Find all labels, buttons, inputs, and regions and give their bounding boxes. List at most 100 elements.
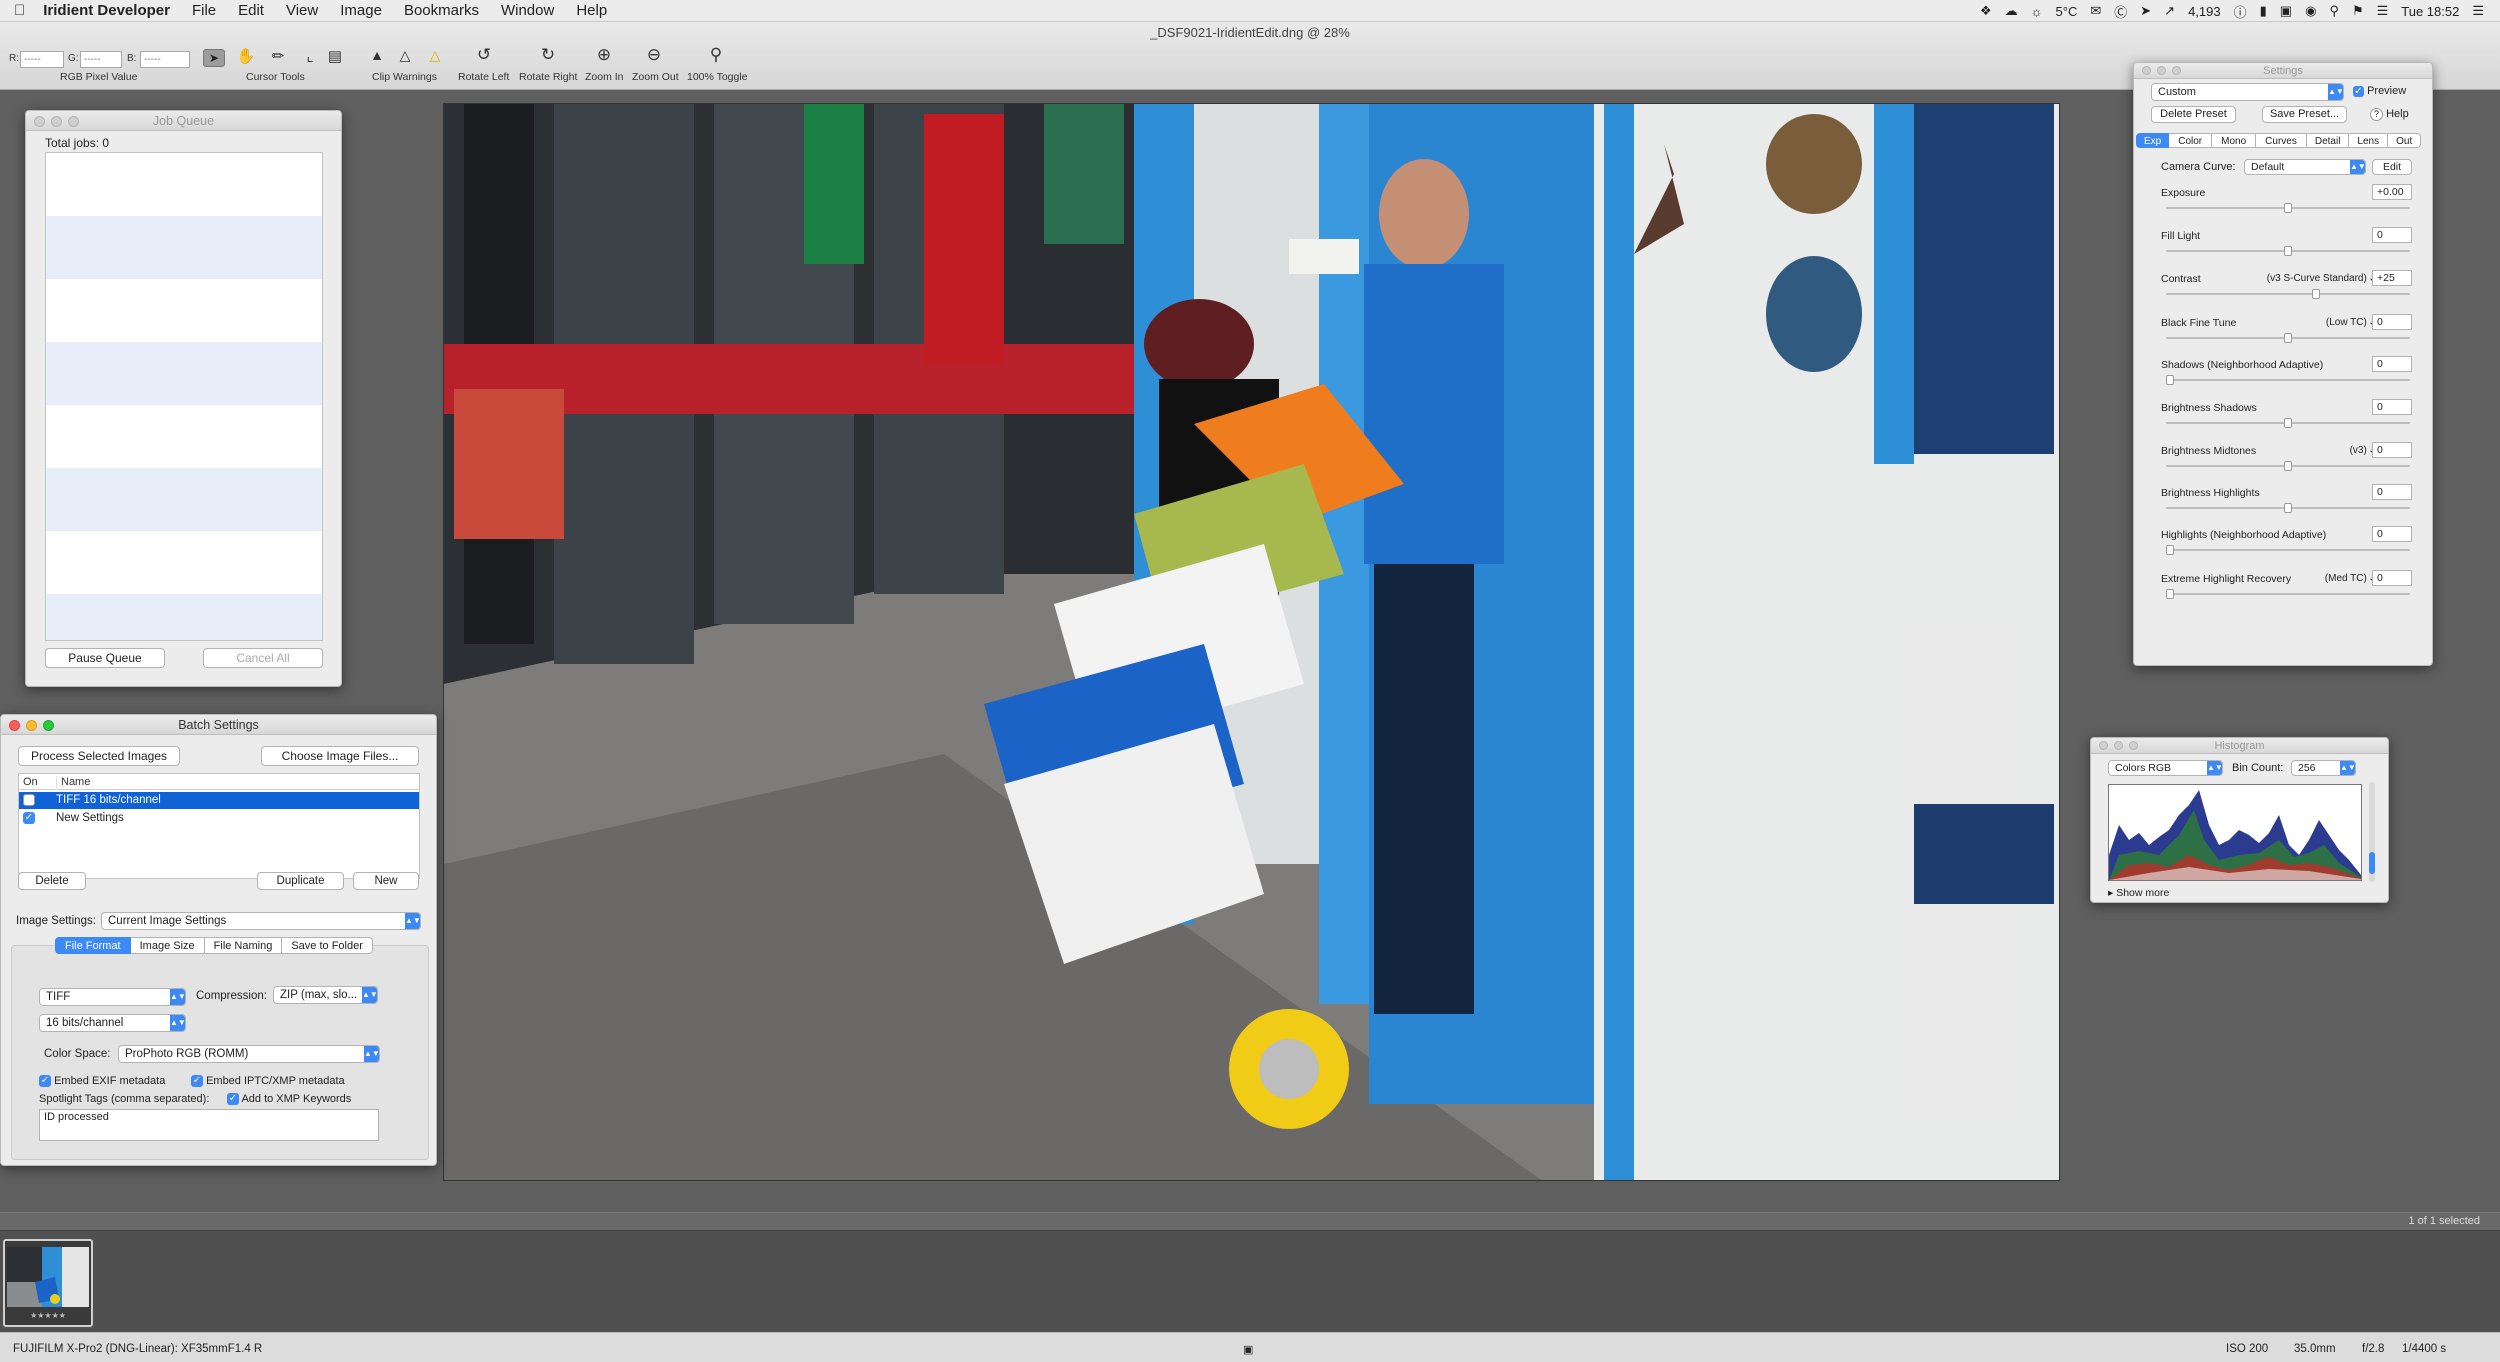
minimize-button[interactable]: [2114, 741, 2123, 750]
embed-iptc-option[interactable]: ✓ Embed IPTC/XMP metadata: [191, 1075, 345, 1088]
cloud-icon[interactable]: ☁: [2005, 3, 2018, 19]
tab-color[interactable]: Color: [2169, 133, 2213, 148]
slider-value-field[interactable]: 0: [2372, 570, 2412, 586]
search-icon[interactable]: ⚲: [2329, 3, 2339, 19]
zoom-button[interactable]: [2129, 741, 2138, 750]
clip-shadows-icon[interactable]: ▲: [362, 47, 392, 63]
list-icon[interactable]: ☰: [2377, 3, 2389, 19]
slider-track[interactable]: [2166, 589, 2410, 599]
process-selected-button[interactable]: Process Selected Images: [18, 746, 180, 766]
tab-mono[interactable]: Mono: [2212, 133, 2257, 148]
slider-value-field[interactable]: 0: [2372, 442, 2412, 458]
filmstrip[interactable]: ★★★★★: [0, 1230, 2500, 1332]
info-toggle-icon[interactable]: ▣: [1243, 1343, 1253, 1356]
wifi-icon[interactable]: ◉: [2305, 3, 2316, 19]
pointer-tool-icon[interactable]: ➤: [203, 49, 225, 67]
slider-value-field[interactable]: +25: [2372, 270, 2412, 286]
tab-curves[interactable]: Curves: [2256, 133, 2307, 148]
menu-view[interactable]: View: [286, 2, 318, 19]
slider-track[interactable]: [2166, 503, 2410, 513]
eyedropper-tool-icon[interactable]: ✏: [263, 47, 293, 65]
slider-value-field[interactable]: 0: [2372, 314, 2412, 330]
zoom-in-caption[interactable]: Zoom In: [585, 71, 624, 83]
minimize-button[interactable]: [2157, 66, 2166, 75]
image-settings-select[interactable]: Current Image Settings ▲▼: [101, 912, 421, 930]
tab-detail[interactable]: Detail: [2306, 133, 2350, 148]
hand-tool-icon[interactable]: ✋: [231, 47, 261, 65]
slider-value-field[interactable]: +0.00: [2372, 184, 2412, 200]
menu-image[interactable]: Image: [340, 2, 382, 19]
battery-icon[interactable]: ▮: [2260, 3, 2267, 19]
apple-icon[interactable]: : [14, 2, 25, 19]
tab-file-naming[interactable]: File Naming: [204, 937, 283, 954]
table-row[interactable]: TIFF 16 bits/channel: [19, 792, 419, 809]
slider-track[interactable]: [2166, 203, 2410, 213]
row-enabled-checkbox[interactable]: [23, 794, 35, 806]
flag-icon[interactable]: ⚑: [2352, 3, 2364, 19]
info-icon[interactable]: ⓘ: [2234, 2, 2247, 21]
pause-queue-button[interactable]: Pause Queue: [45, 648, 165, 668]
col-name-header[interactable]: Name: [56, 776, 90, 788]
edit-curve-button[interactable]: Edit: [2372, 159, 2412, 175]
skype-icon[interactable]: Ⓒ: [2114, 2, 2127, 21]
help-option[interactable]: ? Help: [2370, 108, 2409, 121]
histogram-scrollbar[interactable]: [2369, 782, 2375, 882]
zoom-button[interactable]: [43, 720, 54, 731]
file-format-select[interactable]: TIFF ▲▼: [39, 988, 186, 1006]
cancel-all-button[interactable]: Cancel All: [203, 648, 323, 668]
arrow-icon[interactable]: ➤: [2140, 3, 2151, 19]
slider-track[interactable]: [2166, 375, 2410, 385]
activity-counter[interactable]: 4,193: [2188, 4, 2221, 19]
slider-knob[interactable]: [2284, 203, 2292, 213]
slider-track[interactable]: [2166, 289, 2410, 299]
camera-curve-select[interactable]: Default ▲▼: [2244, 159, 2366, 175]
zoom-button[interactable]: [68, 116, 79, 127]
col-on-header[interactable]: On: [23, 776, 38, 788]
weather-icon[interactable]: ☼: [2031, 4, 2043, 19]
embed-exif-checkbox[interactable]: ✓: [39, 1075, 51, 1088]
slider-value-field[interactable]: 0: [2372, 356, 2412, 372]
menu-help[interactable]: Help: [576, 2, 607, 19]
clip-warning-icon[interactable]: △: [390, 47, 420, 64]
close-button[interactable]: [2142, 66, 2151, 75]
clip-highlights-icon[interactable]: △: [420, 47, 450, 64]
duplicate-button[interactable]: Duplicate: [257, 872, 344, 890]
histogram-channel-select[interactable]: Colors RGB ▲▼: [2108, 760, 2223, 776]
table-row[interactable]: ✓ New Settings: [19, 810, 419, 827]
embed-iptc-checkbox[interactable]: ✓: [191, 1075, 203, 1088]
slider-track[interactable]: [2166, 418, 2410, 428]
menu-bookmarks[interactable]: Bookmarks: [404, 2, 479, 19]
zoom-button[interactable]: [2172, 66, 2181, 75]
zoom-in-icon[interactable]: ⊕: [589, 45, 619, 65]
disclosure-triangle-icon[interactable]: ▸: [2108, 887, 2113, 899]
choose-image-files-button[interactable]: Choose Image Files...: [261, 746, 419, 766]
slider-track[interactable]: [2166, 461, 2410, 471]
slider-value-field[interactable]: 0: [2372, 227, 2412, 243]
delete-preset-button[interactable]: Delete Preset: [2151, 106, 2236, 123]
rotate-right-icon[interactable]: ↻: [533, 45, 563, 65]
weather-temp[interactable]: 5°C: [2056, 4, 2078, 19]
batch-settings-titlebar[interactable]: Batch Settings: [1, 715, 436, 735]
menu-edit[interactable]: Edit: [238, 2, 264, 19]
slider-mode-select[interactable]: (Med TC) ⇵: [2325, 573, 2378, 584]
save-preset-button[interactable]: Save Preset...: [2262, 106, 2347, 123]
slider-knob[interactable]: [2166, 589, 2174, 599]
spotlight-tags-input[interactable]: ID processed: [39, 1109, 379, 1141]
close-button[interactable]: [9, 720, 20, 731]
embed-exif-option[interactable]: ✓ Embed EXIF metadata: [39, 1075, 165, 1088]
slider-track[interactable]: [2166, 545, 2410, 555]
compression-select[interactable]: ZIP (max, slo... ▲▼: [273, 986, 378, 1004]
tab-save-to-folder[interactable]: Save to Folder: [282, 937, 373, 954]
tab-file-format[interactable]: File Format: [55, 937, 131, 954]
rotate-left-icon[interactable]: ↺: [469, 45, 499, 65]
tab-image-size[interactable]: Image Size: [130, 937, 205, 954]
minimize-button[interactable]: [26, 720, 37, 731]
zoom-out-caption[interactable]: Zoom Out: [632, 71, 679, 83]
rotate-right-caption[interactable]: Rotate Right: [519, 71, 577, 83]
tab-out[interactable]: Out: [2388, 133, 2422, 148]
slider-mode-select[interactable]: (Low TC) ⇵: [2326, 317, 2378, 328]
color-space-select[interactable]: ProPhoto RGB (ROMM) ▲▼: [118, 1045, 380, 1063]
bit-depth-select[interactable]: 16 bits/channel ▲▼: [39, 1014, 186, 1032]
message-icon[interactable]: ✉: [2090, 3, 2101, 19]
help-icon[interactable]: ?: [2370, 108, 2383, 121]
